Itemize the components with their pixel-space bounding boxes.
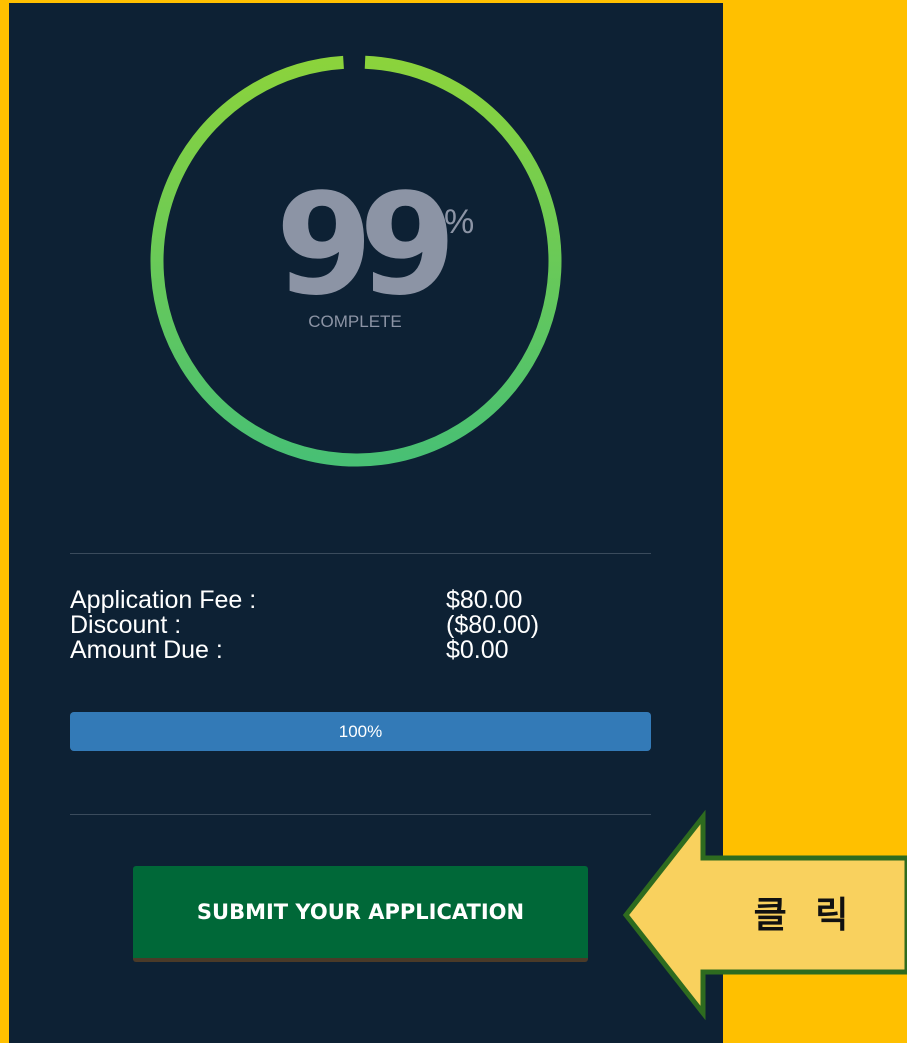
payment-progress-label: 100% xyxy=(338,722,383,741)
completion-percent-value: 99 xyxy=(275,164,457,327)
fee-value: $80.00 xyxy=(446,586,523,614)
fee-value: ($80.00) xyxy=(446,611,540,639)
divider-top xyxy=(70,553,651,554)
payment-progress-bar: 100% xyxy=(70,712,651,751)
completion-caption: COMPLETE xyxy=(308,312,402,331)
fee-label: Discount : xyxy=(70,611,182,639)
fee-label: Application Fee : xyxy=(70,586,257,614)
fee-label: Amount Due : xyxy=(70,636,223,664)
submit-application-button[interactable]: SUBMIT YOUR APPLICATION xyxy=(133,866,588,962)
divider-bottom xyxy=(70,814,651,815)
fee-value: $0.00 xyxy=(446,636,509,664)
completion-percent-symbol: % xyxy=(444,203,475,241)
click-callout-label: 클 릭 xyxy=(753,895,857,936)
